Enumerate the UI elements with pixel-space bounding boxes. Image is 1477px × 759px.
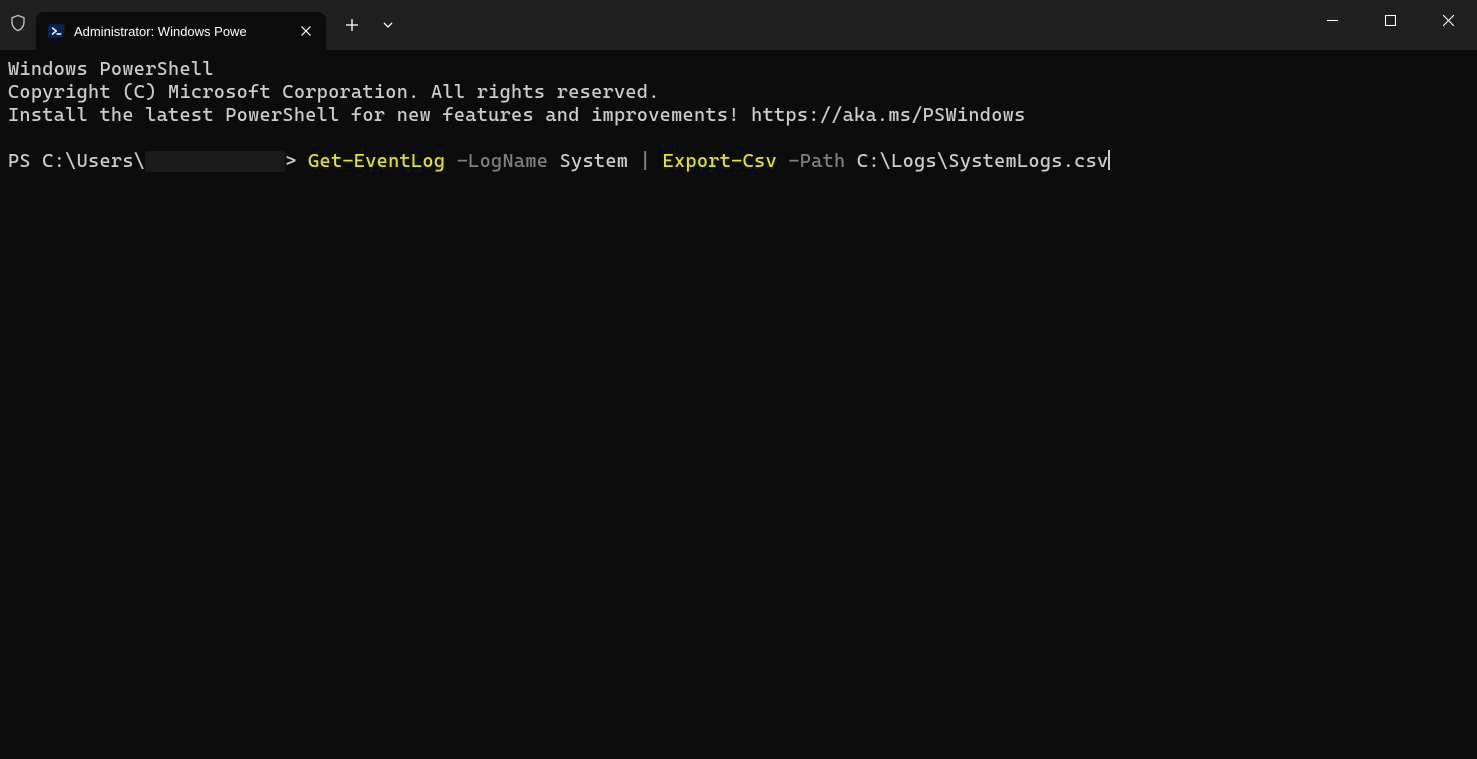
param-token: -LogName — [457, 150, 548, 173]
active-tab[interactable]: Administrator: Windows Powe — [36, 12, 326, 50]
cmdlet-token: Get-EventLog — [308, 150, 445, 173]
minimize-icon — [1327, 15, 1338, 26]
powershell-icon — [48, 22, 66, 40]
redacted-username — [145, 151, 285, 172]
minimize-button[interactable] — [1303, 0, 1361, 40]
app-shield-icon — [0, 0, 36, 50]
space — [297, 150, 308, 173]
close-icon — [1443, 15, 1454, 26]
window-close-button[interactable] — [1419, 0, 1477, 40]
prompt-suffix: > — [285, 150, 296, 173]
tab-close-button[interactable] — [296, 21, 316, 41]
terminal-output-line: Windows PowerShell — [8, 58, 1469, 81]
param-token: -Path — [788, 150, 845, 173]
cmdlet-token: Export-Csv — [663, 150, 777, 173]
terminal-output-line: Install the latest PowerShell for new fe… — [8, 104, 1469, 127]
titlebar: Administrator: Windows Powe — [0, 0, 1477, 50]
window-controls — [1303, 0, 1477, 50]
new-tab-button[interactable] — [334, 7, 370, 43]
maximize-icon — [1385, 15, 1396, 26]
terminal-prompt-line[interactable]: PS C:\Users\ > Get-EventLog -LogName Syst… — [8, 150, 1469, 173]
close-icon — [301, 26, 311, 36]
terminal-cursor — [1108, 150, 1110, 170]
chevron-down-icon — [382, 19, 394, 31]
terminal-viewport[interactable]: Windows PowerShell Copyright (C) Microso… — [0, 50, 1477, 181]
tab-dropdown-button[interactable] — [370, 7, 406, 43]
tab-actions — [334, 0, 406, 50]
prompt-prefix: PS C:\Users\ — [8, 150, 145, 173]
plus-icon — [346, 19, 358, 31]
arg-token: System — [560, 150, 629, 173]
pipe-token: | — [640, 150, 651, 173]
shield-icon — [9, 14, 27, 37]
titlebar-drag-region[interactable] — [406, 0, 1303, 50]
arg-token: C:\Logs\SystemLogs.csv — [857, 150, 1109, 173]
maximize-button[interactable] — [1361, 0, 1419, 40]
tab-title: Administrator: Windows Powe — [74, 24, 288, 39]
terminal-output-line: Copyright (C) Microsoft Corporation. All… — [8, 81, 1469, 104]
terminal-blank-line — [8, 127, 1469, 150]
